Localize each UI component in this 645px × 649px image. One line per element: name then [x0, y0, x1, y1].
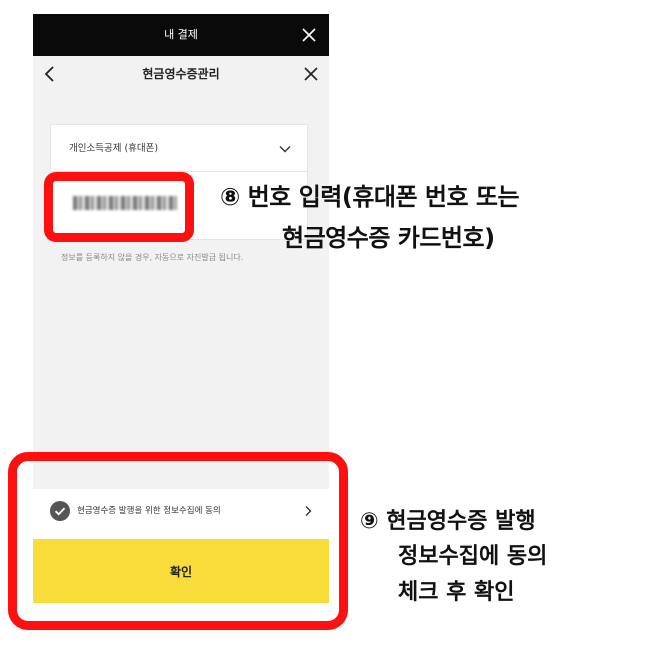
- highlight-box-number-input: [44, 172, 194, 242]
- annotation-step9-line1: ⑨ 현금영수증 발행: [360, 509, 536, 534]
- close-icon[interactable]: [303, 66, 319, 82]
- receipt-type-value: 개인소득공제 (휴대폰): [69, 143, 159, 154]
- chevron-down-icon: [279, 146, 291, 153]
- page-title: 현금영수증관리: [142, 67, 220, 81]
- annotation-step9-line2: 정보수집에 동의: [398, 544, 548, 569]
- annotation-step8-line2: 현금영수증 카드번호): [282, 224, 495, 252]
- close-icon[interactable]: [301, 27, 317, 43]
- highlight-box-consent: [8, 452, 348, 630]
- topbar-title: 내 결제: [164, 28, 198, 41]
- annotation-step9-line3: 체크 후 확인: [398, 580, 515, 605]
- page-header: 현금영수증관리: [33, 56, 329, 92]
- receipt-type-select[interactable]: 개인소득공제 (휴대폰): [50, 124, 308, 172]
- top-bar: 내 결제: [33, 14, 329, 56]
- annotation-step8-line1: ⑧ 번호 입력(휴대폰 번호 또는: [220, 183, 520, 211]
- notice-text: 정보를 등록하지 않을 경우, 자동으로 자진발급 됩니다.: [61, 253, 244, 262]
